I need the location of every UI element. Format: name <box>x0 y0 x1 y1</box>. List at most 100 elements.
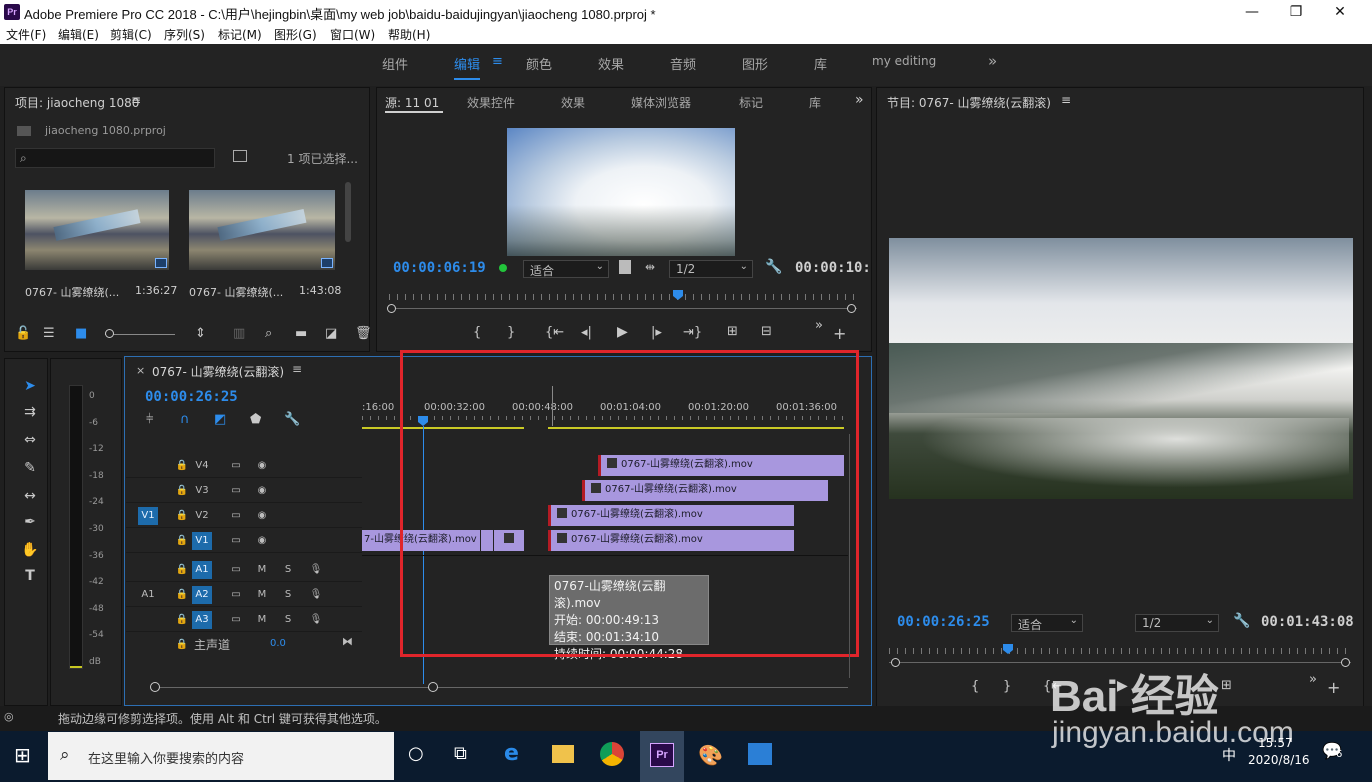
tab-media-browser[interactable]: 媒体浏览器 <box>631 94 691 111</box>
menu-marker[interactable]: 标记(M) <box>218 26 262 43</box>
slip-tool-icon[interactable]: ↔ <box>19 485 41 507</box>
sequence-tab[interactable]: 0767- 山雾缭绕(云翻滚) <box>152 363 284 380</box>
tab-effect-controls[interactable]: 效果控件 <box>467 94 515 111</box>
mark-out-icon[interactable]: } <box>1003 679 1011 694</box>
source-timecode[interactable]: 00:00:06:19 <box>393 260 486 276</box>
master-volume-value[interactable]: 0.0 <box>270 638 286 649</box>
eye-icon[interactable]: ◉ <box>252 457 272 475</box>
controls-overflow-icon[interactable]: » <box>815 318 823 333</box>
sync-lock-icon[interactable]: ▭ <box>226 586 246 604</box>
nest-icon[interactable]: ⫩ <box>146 412 153 427</box>
go-to-in-icon[interactable]: {⇤ <box>545 325 564 340</box>
type-tool-icon[interactable]: T <box>19 565 41 587</box>
sync-lock-icon[interactable]: ▭ <box>226 611 246 629</box>
go-to-out-icon[interactable]: ⇥} <box>683 325 702 340</box>
wrench-icon[interactable]: 🔧 <box>765 259 782 275</box>
video-app-icon[interactable] <box>748 743 772 765</box>
menu-graphics[interactable]: 图形(G) <box>274 26 317 43</box>
workspace-tab-graphics[interactable]: 图形 <box>742 54 768 73</box>
track-label[interactable]: A3 <box>192 611 212 629</box>
ripple-edit-tool-icon[interactable]: ⇔ <box>19 429 41 451</box>
eye-icon[interactable]: ◉ <box>252 532 272 550</box>
timeline-timecode[interactable]: 00:00:26:25 <box>145 389 238 405</box>
eye-icon[interactable]: ◉ <box>252 507 272 525</box>
project-panel-title[interactable]: 项目: jiaocheng 1080 <box>15 94 139 111</box>
lock-icon[interactable]: 🔒 <box>172 586 192 604</box>
razor-tool-icon[interactable]: ✎ <box>19 457 41 479</box>
insert-icon[interactable]: ⊞ <box>727 324 738 339</box>
file-explorer-icon[interactable] <box>552 745 574 763</box>
menu-help[interactable]: 帮助(H) <box>388 26 430 43</box>
solo-button[interactable]: S <box>278 561 298 579</box>
clock-date[interactable]: 2020/8/16 <box>1248 753 1310 767</box>
taskbar-search-box[interactable]: ⌕ 在这里输入你要搜索的内容 <box>48 732 394 780</box>
zoom-handle-left[interactable] <box>387 304 396 313</box>
insert-arrows-icon[interactable]: ⇹ <box>645 260 655 274</box>
lock-icon[interactable]: 🔒 <box>172 507 192 525</box>
project-item-thumbnail[interactable] <box>189 190 335 270</box>
microphone-icon[interactable]: 🎙 <box>306 586 326 604</box>
source-fit-select[interactable]: 适合 ⌄ <box>523 260 609 278</box>
sync-lock-icon[interactable]: ▭ <box>226 532 246 550</box>
find-icon[interactable]: ⌕ <box>265 326 272 341</box>
new-search-bin-icon[interactable] <box>233 150 247 162</box>
scroll-handle-right[interactable] <box>428 682 438 692</box>
panel-menu-icon[interactable]: ≡ <box>1061 93 1071 107</box>
minimize-button[interactable]: — <box>1232 2 1272 22</box>
mark-in-icon[interactable]: { <box>971 679 979 694</box>
timeline-horizontal-scrollbar[interactable] <box>152 687 848 688</box>
scroll-handle-left[interactable] <box>150 682 160 692</box>
timeline-settings-wrench-icon[interactable]: 🔧 <box>284 412 300 427</box>
eye-icon[interactable]: ◉ <box>252 482 272 500</box>
step-back-icon[interactable]: ◂| <box>581 325 592 340</box>
solo-button[interactable]: S <box>278 611 298 629</box>
workspace-tab-audio[interactable]: 音频 <box>670 54 696 73</box>
linked-selection-icon[interactable]: ◩ <box>214 412 226 427</box>
lock-icon[interactable]: 🔒 <box>172 611 192 629</box>
source-time-ruler[interactable] <box>389 294 857 300</box>
mark-out-icon[interactable]: } <box>507 325 515 340</box>
list-view-icon[interactable]: ☰ <box>43 326 55 341</box>
zoom-slider-handle[interactable] <box>105 329 114 338</box>
program-fit-select[interactable]: 适合 ⌄ <box>1011 614 1083 632</box>
close-button[interactable]: ✕ <box>1320 2 1360 22</box>
microphone-icon[interactable]: 🎙 <box>306 611 326 629</box>
chrome-icon[interactable] <box>600 742 624 766</box>
sync-lock-icon[interactable]: ▭ <box>226 507 246 525</box>
lock-icon[interactable]: 🔒 <box>172 636 192 654</box>
paint-app-icon[interactable]: 🎨 <box>698 743 723 767</box>
menu-sequence[interactable]: 序列(S) <box>164 26 205 43</box>
workspace-tab-my-editing[interactable]: my editing <box>872 54 936 68</box>
mark-in-icon[interactable]: { <box>473 325 481 340</box>
automate-icon[interactable]: ▥ <box>233 326 245 341</box>
tab-source[interactable]: 源: 11 01 <box>385 94 439 111</box>
track-label[interactable]: V1 <box>192 532 212 550</box>
lock-icon[interactable]: 🔒 <box>172 561 192 579</box>
extract-icon[interactable]: ⊞ <box>1221 678 1232 693</box>
project-scrollbar[interactable] <box>345 182 351 242</box>
menu-clip[interactable]: 剪辑(C) <box>110 26 152 43</box>
lock-icon[interactable]: 🔓 <box>15 326 31 341</box>
lock-icon[interactable]: 🔒 <box>172 532 192 550</box>
lock-icon[interactable]: 🔒 <box>172 482 192 500</box>
workspace-tab-libraries[interactable]: 库 <box>814 54 827 73</box>
close-sequence-icon[interactable]: × <box>136 364 145 377</box>
snap-magnet-icon[interactable]: ∩ <box>180 412 190 427</box>
trash-icon[interactable]: 🗑 <box>355 326 372 341</box>
new-item-icon[interactable]: ◪ <box>325 326 337 341</box>
hand-tool-icon[interactable]: ✋ <box>19 539 41 561</box>
project-search-input[interactable]: ⌕ <box>15 148 215 168</box>
edge-browser-icon[interactable]: e <box>504 741 519 766</box>
project-item-thumbnail[interactable] <box>25 190 169 270</box>
sort-icon[interactable]: ⇕ <box>195 326 206 341</box>
zoom-handle-left[interactable] <box>891 658 900 667</box>
new-bin-icon[interactable]: ▬ <box>295 326 307 341</box>
track-label[interactable]: A1 <box>192 561 212 579</box>
icon-view-icon[interactable]: ■ <box>75 326 87 341</box>
panel-overflow-icon[interactable]: » <box>855 92 864 108</box>
workspace-menu-icon[interactable]: ≡ <box>492 54 503 69</box>
timeline-vertical-scrollbar[interactable] <box>849 434 855 678</box>
lock-icon[interactable]: 🔒 <box>172 457 192 475</box>
workspace-tab-editing[interactable]: 编辑 <box>454 54 481 80</box>
pen-tool-icon[interactable]: ✒ <box>19 511 41 533</box>
